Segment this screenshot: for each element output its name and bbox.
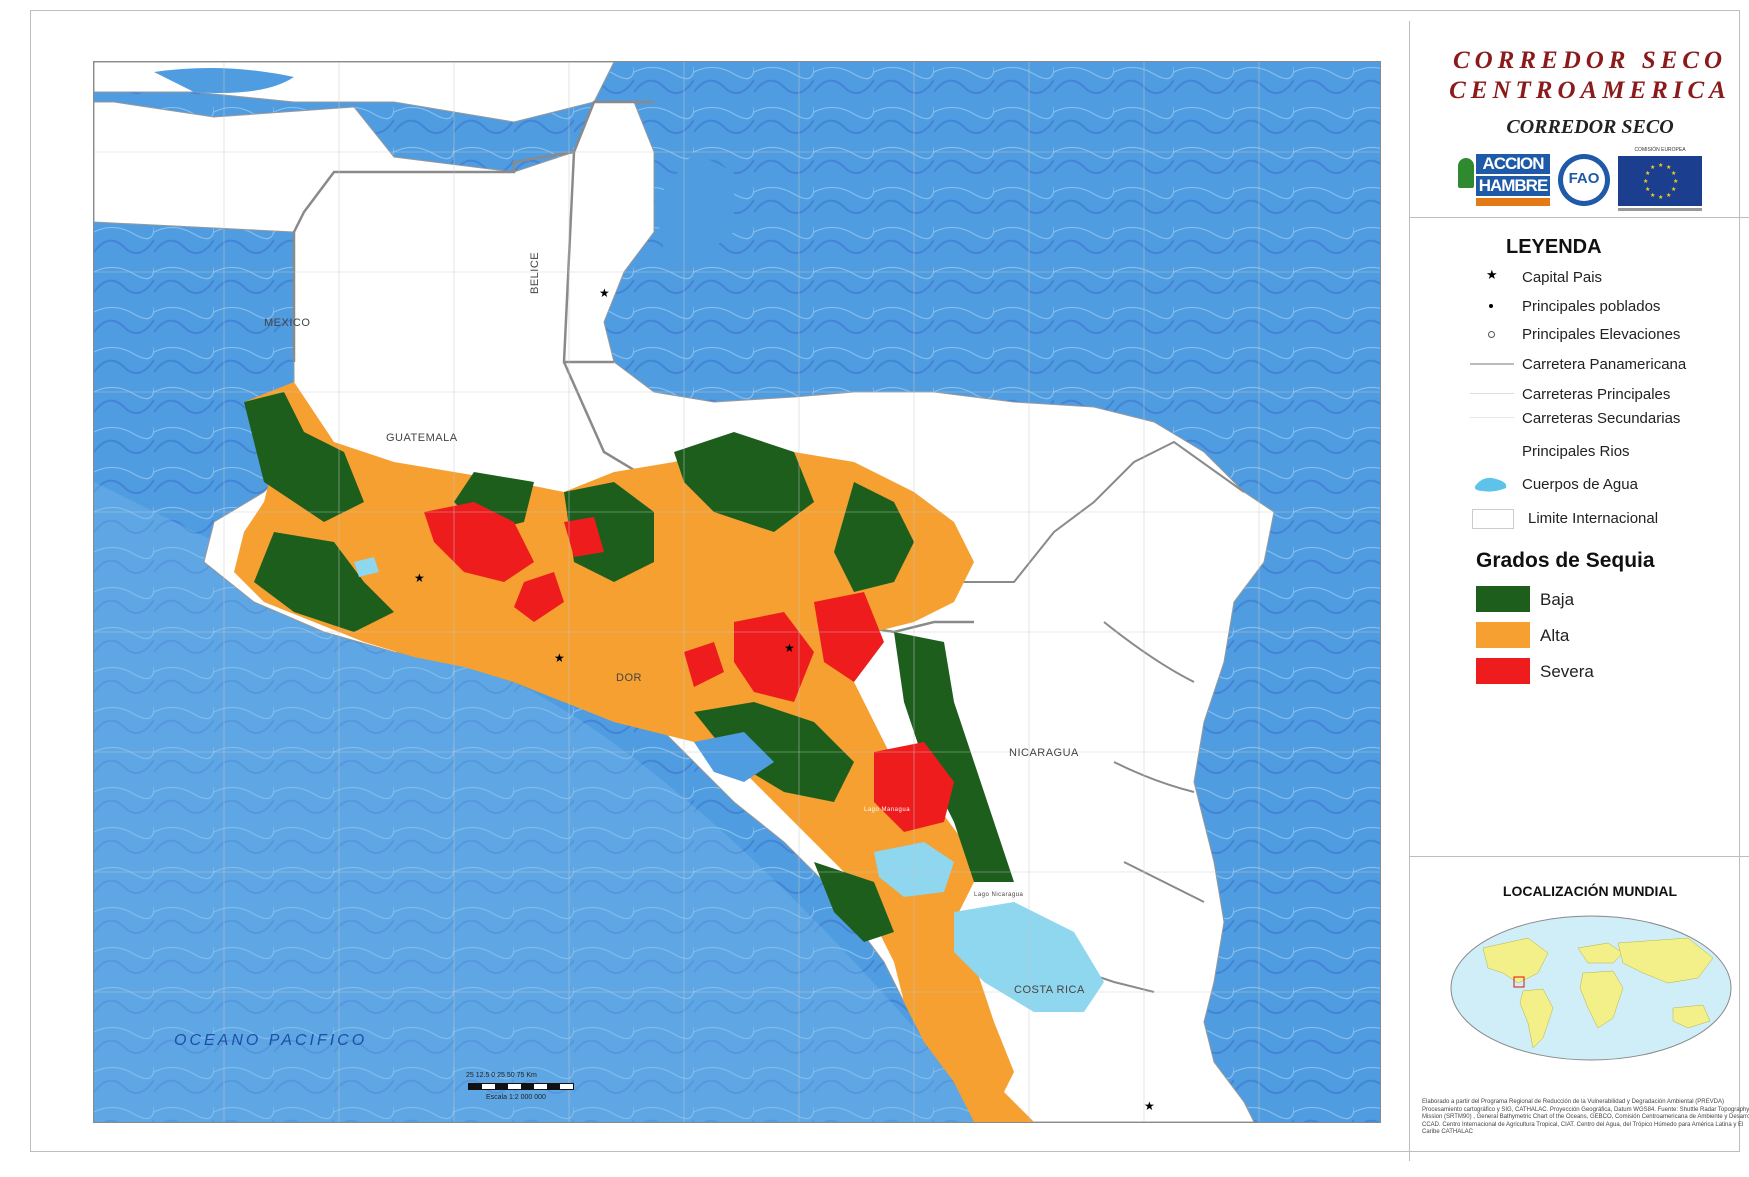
drought-legend-title: Grados de Sequia [1476, 549, 1655, 572]
label-guatemala: GUATEMALA [386, 432, 458, 444]
svg-text:★: ★ [1658, 162, 1663, 169]
legend-item-water-bodies: Cuerpos de Agua [1470, 473, 1749, 495]
map-title-line2: CENTROAMERICA [1449, 77, 1731, 104]
line-icon [1470, 383, 1514, 405]
legend-label: Cuerpos de Agua [1522, 476, 1638, 493]
accion-contra-el-hambre-logo: ACCION HAMBRE [1458, 154, 1550, 208]
drought-class-label: Baja [1540, 590, 1575, 609]
legend-label: Carreteras Secundarias [1522, 410, 1681, 427]
legend-item-panamerican: Carretera Panamericana [1470, 353, 1749, 375]
baja-swatch [1476, 586, 1530, 612]
scale-ticks: 25 12.5 0 25 50 75 Km [466, 1072, 537, 1079]
location-title: LOCALIZACIÓN MUNDIAL [1502, 883, 1678, 899]
panel-divider [1410, 217, 1749, 218]
legend-label: Capital Pais [1522, 269, 1603, 286]
map-credits: Elaborado a partir del Programa Regional… [1422, 1099, 1749, 1135]
legend-item-capital: ★ Capital Pais [1470, 266, 1749, 288]
label-nicaragua: NICARAGUA [1009, 747, 1079, 759]
svg-text:★: ★ [1643, 178, 1648, 185]
drought-class-label: Alta [1540, 626, 1570, 645]
label-mexico: MEXICO [264, 317, 311, 329]
eu-stars-icon: ★ ★★ ★★★ ★★★ ★★★ [1643, 162, 1678, 201]
legend-label: Limite Internacional [1528, 510, 1659, 527]
svg-text:★: ★ [1645, 170, 1650, 177]
svg-text:★: ★ [1666, 192, 1671, 199]
map-subtitle: CORREDOR SECO [1506, 116, 1674, 138]
line-icon [1470, 407, 1514, 429]
legend-item-elevations: Principales Elevaciones [1470, 323, 1749, 345]
label-pacific-ocean: OCEANO PACIFICO [174, 1032, 368, 1049]
dot-icon [1470, 295, 1514, 317]
capital-belmopan-icon: ★ [599, 286, 610, 300]
legend-title: LEYENDA [1506, 236, 1602, 258]
map-canvas: ★ ★ ★ ★ ★ MEXICO BELICE GUATEMALA NICARA… [93, 61, 1381, 1123]
accion-logo-line2: HAMBRE [1476, 176, 1550, 196]
svg-text:★: ★ [1671, 186, 1676, 193]
map-title-line1: CORREDOR SECO [1452, 47, 1728, 74]
eu-logo-header: COMISIÓN EUROPEA [1634, 147, 1686, 153]
legend-item-towns: Principales poblados [1470, 295, 1749, 317]
legend-label: Principales Rios [1522, 443, 1630, 460]
legend-item-boundary: Limite Internacional [1470, 507, 1749, 529]
side-panel: CORREDOR SECO CENTROAMERICA CORREDOR SEC… [1409, 21, 1749, 1161]
drought-class-alta: Alta [1476, 622, 1736, 650]
label-belice: BELICE [529, 251, 541, 294]
map-sheet: ★ ★ ★ ★ ★ MEXICO BELICE GUATEMALA NICARA… [30, 10, 1749, 1161]
drought-class-label: Severa [1540, 662, 1594, 681]
leaf-icon [1458, 158, 1474, 188]
logo-bar [1476, 198, 1550, 206]
svg-text:★: ★ [1671, 170, 1676, 177]
label-costa-rica: COSTA RICA [1014, 984, 1085, 996]
scale-bar-graphic [468, 1083, 574, 1090]
drought-class-severa: Severa [1476, 658, 1736, 686]
legend-item-rivers: Principales Rios [1470, 440, 1749, 462]
label-lake-managua: Lago Managua [864, 807, 911, 813]
world-locator-map [1450, 915, 1732, 1061]
water-icon [1470, 473, 1514, 495]
star-icon: ★ [1486, 267, 1498, 282]
capital-tegucigalpa-icon: ★ [784, 641, 795, 655]
elevation-icon [1470, 323, 1514, 345]
legend-label: Principales Elevaciones [1522, 326, 1681, 343]
boundary-icon [1470, 507, 1514, 529]
capital-san-salvador-icon: ★ [554, 651, 565, 665]
svg-text:★: ★ [1673, 178, 1678, 185]
line-icon [1470, 353, 1514, 375]
svg-text:★: ★ [1645, 186, 1650, 193]
legend-item-main-roads: Carreteras Principales [1470, 383, 1749, 405]
scale-caption: Escala 1:2 000 000 [486, 1094, 546, 1101]
map-svg: ★ ★ ★ ★ ★ [94, 62, 1380, 1122]
severa-swatch [1476, 658, 1530, 684]
legend-label: Carreteras Principales [1522, 386, 1671, 403]
european-union-logo: COMISIÓN EUROPEA ★ ★ ★ ★ ★ ★ ★ ★ ★ ★ ★ ★ [1618, 147, 1702, 211]
legend-label: Carretera Panamericana [1522, 356, 1687, 373]
fao-logo: FAO [1558, 154, 1610, 206]
accion-logo-line1: ACCION [1476, 154, 1550, 174]
capital-guatemala-icon: ★ [414, 571, 425, 585]
label-lake-nicaragua: Lago Nicaragua [974, 892, 1024, 898]
svg-text:★: ★ [1650, 192, 1655, 199]
panel-divider [1410, 856, 1749, 857]
scale-bar: 25 12.5 0 25 50 75 Km Escala 1:2 000 000 [466, 1072, 586, 1112]
capital-san-jose-icon: ★ [1144, 1099, 1155, 1113]
drought-class-baja: Baja [1476, 586, 1736, 614]
sponsor-logos: ACCION HAMBRE FAO COMISIÓN EUROPEA ★ ★ ★ ★… [1458, 147, 1728, 211]
svg-text:★: ★ [1650, 164, 1655, 171]
alta-swatch [1476, 622, 1530, 648]
fao-logo-text: FAO [1568, 170, 1600, 187]
label-el-salvador: DOR [616, 672, 642, 684]
svg-text:★: ★ [1658, 194, 1663, 201]
legend-item-secondary-roads: Carreteras Secundarias [1470, 407, 1749, 429]
river-icon [1470, 440, 1514, 462]
legend-label: Principales poblados [1522, 298, 1661, 315]
